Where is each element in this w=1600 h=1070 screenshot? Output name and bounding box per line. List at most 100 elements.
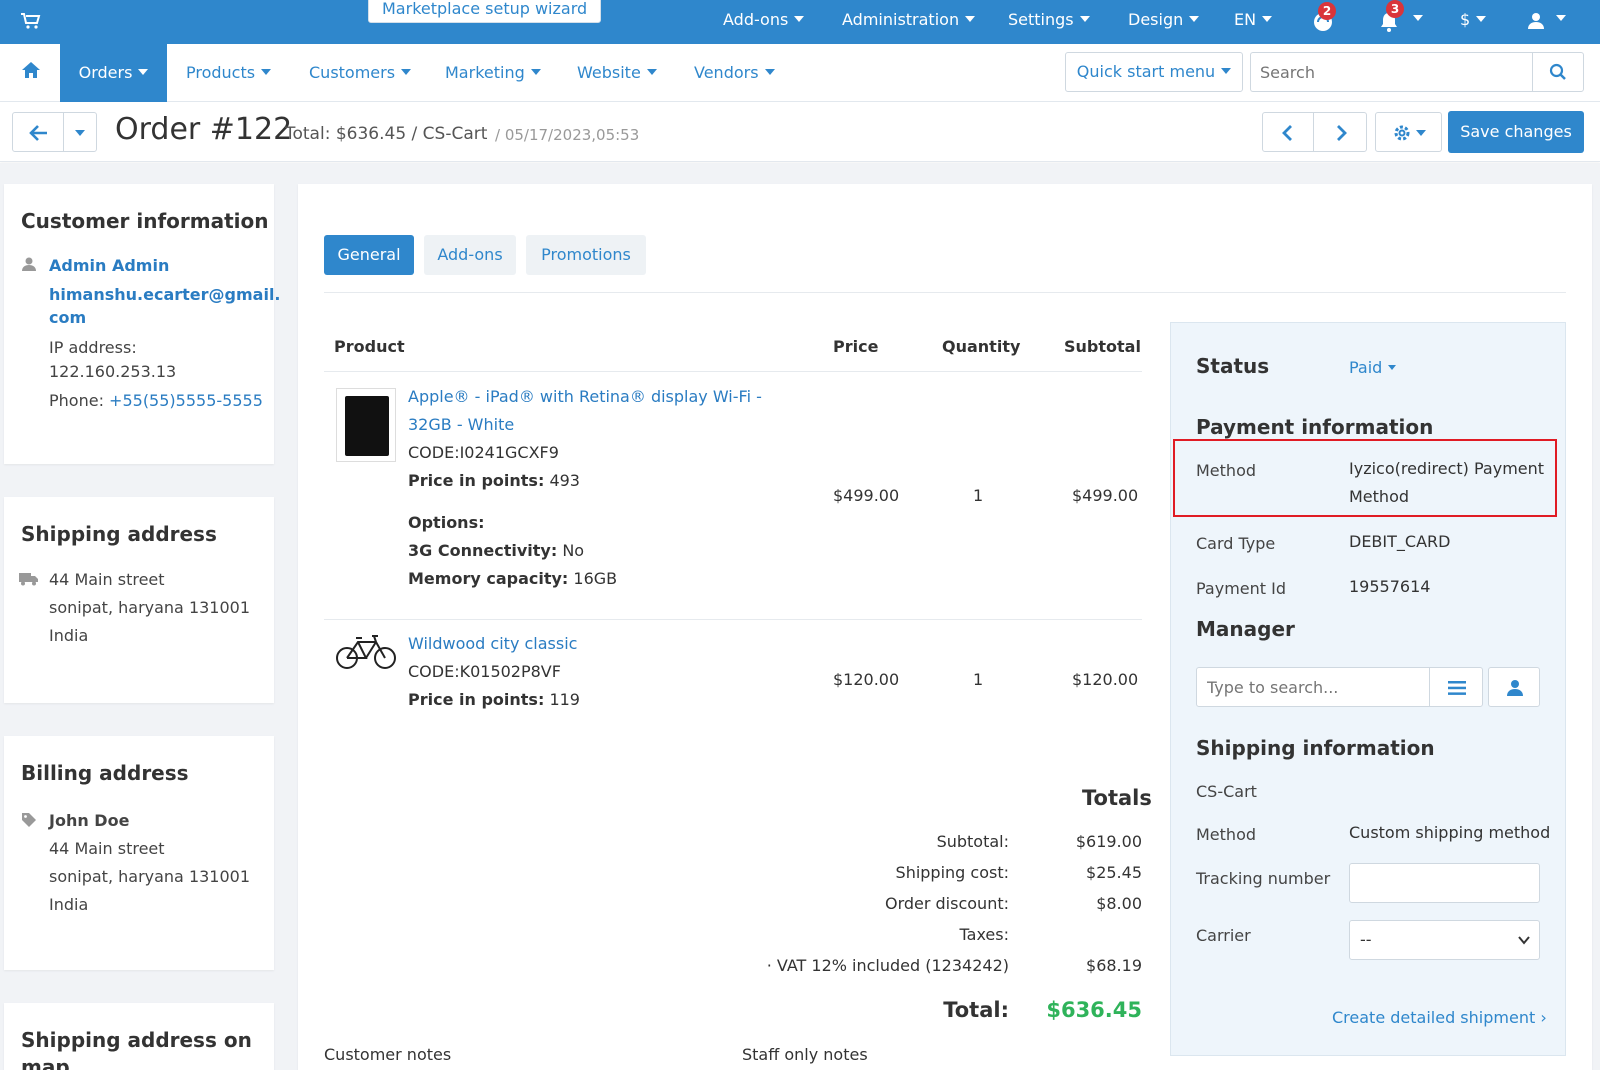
caret-down-icon [530, 69, 541, 75]
nav-website[interactable]: Website [577, 44, 657, 102]
points-label: Price in points: [408, 471, 545, 490]
map-heading-line1: Shipping address on [21, 1028, 252, 1052]
home-icon[interactable] [20, 60, 44, 82]
menu-addons[interactable]: Add-ons [723, 0, 805, 44]
nav-customers[interactable]: Customers [309, 44, 412, 102]
tab-promotions[interactable]: Promotions [526, 235, 646, 275]
quick-start-menu[interactable]: Quick start menu [1065, 52, 1243, 92]
marketplace-wizard-button[interactable]: Marketplace setup wizard [368, 0, 602, 23]
product-thumbnail[interactable] [336, 388, 396, 462]
tab-addons[interactable]: Add-ons [424, 235, 516, 275]
product-points: Price in points: 493 [408, 471, 580, 491]
vat-label: · VAT 12% included (1234242) [766, 956, 1009, 975]
product-code: CODE:I0241GCXF9 [408, 443, 559, 462]
search-button[interactable] [1532, 52, 1584, 92]
nav-vendors[interactable]: Vendors [694, 44, 775, 102]
total-label: Total: [943, 998, 1009, 1022]
menu-label: Administration [842, 10, 960, 29]
tracking-number-input[interactable] [1349, 863, 1540, 903]
nav-orders[interactable]: Orders [60, 44, 167, 102]
bicycle-image[interactable] [334, 630, 398, 674]
manager-list-button[interactable] [1429, 667, 1483, 707]
user-icon[interactable] [1526, 11, 1546, 31]
settings-dropdown-button[interactable] [1375, 112, 1442, 152]
notifications-badge: 3 [1386, 0, 1404, 18]
caret-down-icon [764, 69, 775, 75]
caret-down-icon [646, 69, 657, 75]
nav-products[interactable]: Products [186, 44, 272, 102]
shipping-address-card: Shipping address 44 Main street sonipat,… [4, 497, 274, 703]
totals-heading: Totals [1082, 786, 1152, 810]
order-date: / 05/17/2023,05:53 [495, 126, 640, 144]
caret-down-icon [138, 69, 149, 75]
payment-id-value: 19557614 [1349, 577, 1431, 596]
nav-label: Website [577, 63, 641, 82]
phone-link[interactable]: +55(55)5555-5555 [109, 391, 263, 410]
tab-general[interactable]: General [324, 235, 414, 275]
shipping-method-label: Method [1196, 825, 1257, 844]
chevron-down-icon [1518, 936, 1530, 945]
menu-settings[interactable]: Settings [1008, 0, 1090, 44]
tag-icon [22, 813, 36, 827]
subtotal-label: Subtotal: [936, 832, 1009, 851]
caret-down-icon [1416, 130, 1426, 136]
customer-email-link-cont[interactable]: com [49, 308, 86, 328]
menu-design[interactable]: Design [1128, 0, 1200, 44]
options-label: Options: [408, 513, 485, 532]
caret-down-icon [75, 130, 85, 136]
support-badge: 2 [1318, 2, 1336, 20]
truck-icon [19, 573, 38, 586]
shipping-map-card: Shipping address on map [4, 1003, 274, 1070]
customer-name-link[interactable]: Admin Admin [49, 256, 169, 276]
page-toolbar: Order #122 Total: $636.45 / CS-Cart / 05… [0, 102, 1600, 162]
option-label: 3G Connectivity: [408, 541, 558, 560]
discount-value: $8.00 [1096, 894, 1142, 913]
menu-administration[interactable]: Administration [842, 0, 976, 44]
save-changes-button[interactable]: Save changes [1448, 111, 1584, 153]
caret-down-icon [1556, 15, 1566, 21]
list-icon [1448, 681, 1466, 695]
order-total-subtitle: Total: $636.45 / CS-Cart [285, 124, 488, 144]
prev-order-button[interactable] [1262, 112, 1314, 152]
menu-label: Design [1128, 10, 1184, 29]
main-nav: Orders Products Customers Marketing Webs… [0, 44, 1600, 102]
shipping-info-heading: Shipping information [1196, 736, 1435, 760]
carrier-select[interactable]: -- [1349, 920, 1540, 960]
user-icon [22, 257, 36, 271]
create-shipment-link[interactable]: Create detailed shipment › [1332, 1008, 1547, 1027]
manager-search-input[interactable] [1196, 667, 1430, 707]
divider [324, 292, 1566, 293]
shipping-cost-value: $25.45 [1086, 863, 1142, 882]
carrier-label: Carrier [1196, 926, 1251, 945]
manager-user-button[interactable] [1488, 667, 1540, 707]
page-title: Order #122 [115, 112, 293, 147]
caret-down-icon [1221, 68, 1232, 74]
next-order-button[interactable] [1313, 112, 1367, 152]
billing-country: India [49, 895, 89, 914]
status-dropdown[interactable]: Paid [1349, 358, 1397, 377]
points-label: Price in points: [408, 690, 545, 709]
customer-info-heading: Customer information [21, 209, 269, 233]
points-value: 493 [549, 471, 580, 490]
back-dropdown-button[interactable] [63, 112, 97, 152]
back-button[interactable] [12, 112, 64, 152]
customer-email-link[interactable]: himanshu.ecarter@gmail. [49, 285, 281, 305]
option-value: No [562, 541, 585, 560]
ipad-image [345, 396, 389, 456]
nav-marketing[interactable]: Marketing [445, 44, 541, 102]
payment-info-heading: Payment information [1196, 415, 1434, 439]
product-link[interactable]: Wildwood city classic [408, 634, 577, 654]
menu-label: Settings [1008, 10, 1074, 29]
product-link-cont[interactable]: 32GB - White [408, 415, 514, 435]
search-input[interactable] [1250, 52, 1532, 92]
map-heading-line2: map [21, 1055, 70, 1070]
currency-menu[interactable]: $ [1460, 0, 1487, 44]
cart-icon[interactable] [20, 11, 42, 31]
product-link[interactable]: Apple® - iPad® with Retina® display Wi-F… [408, 387, 762, 407]
menu-language[interactable]: EN [1234, 0, 1273, 44]
col-product: Product [334, 337, 405, 356]
menu-label: Add-ons [723, 10, 789, 29]
caret-down-icon [1262, 16, 1273, 22]
billing-name: John Doe [49, 811, 130, 830]
customer-notes-label: Customer notes [324, 1045, 452, 1064]
